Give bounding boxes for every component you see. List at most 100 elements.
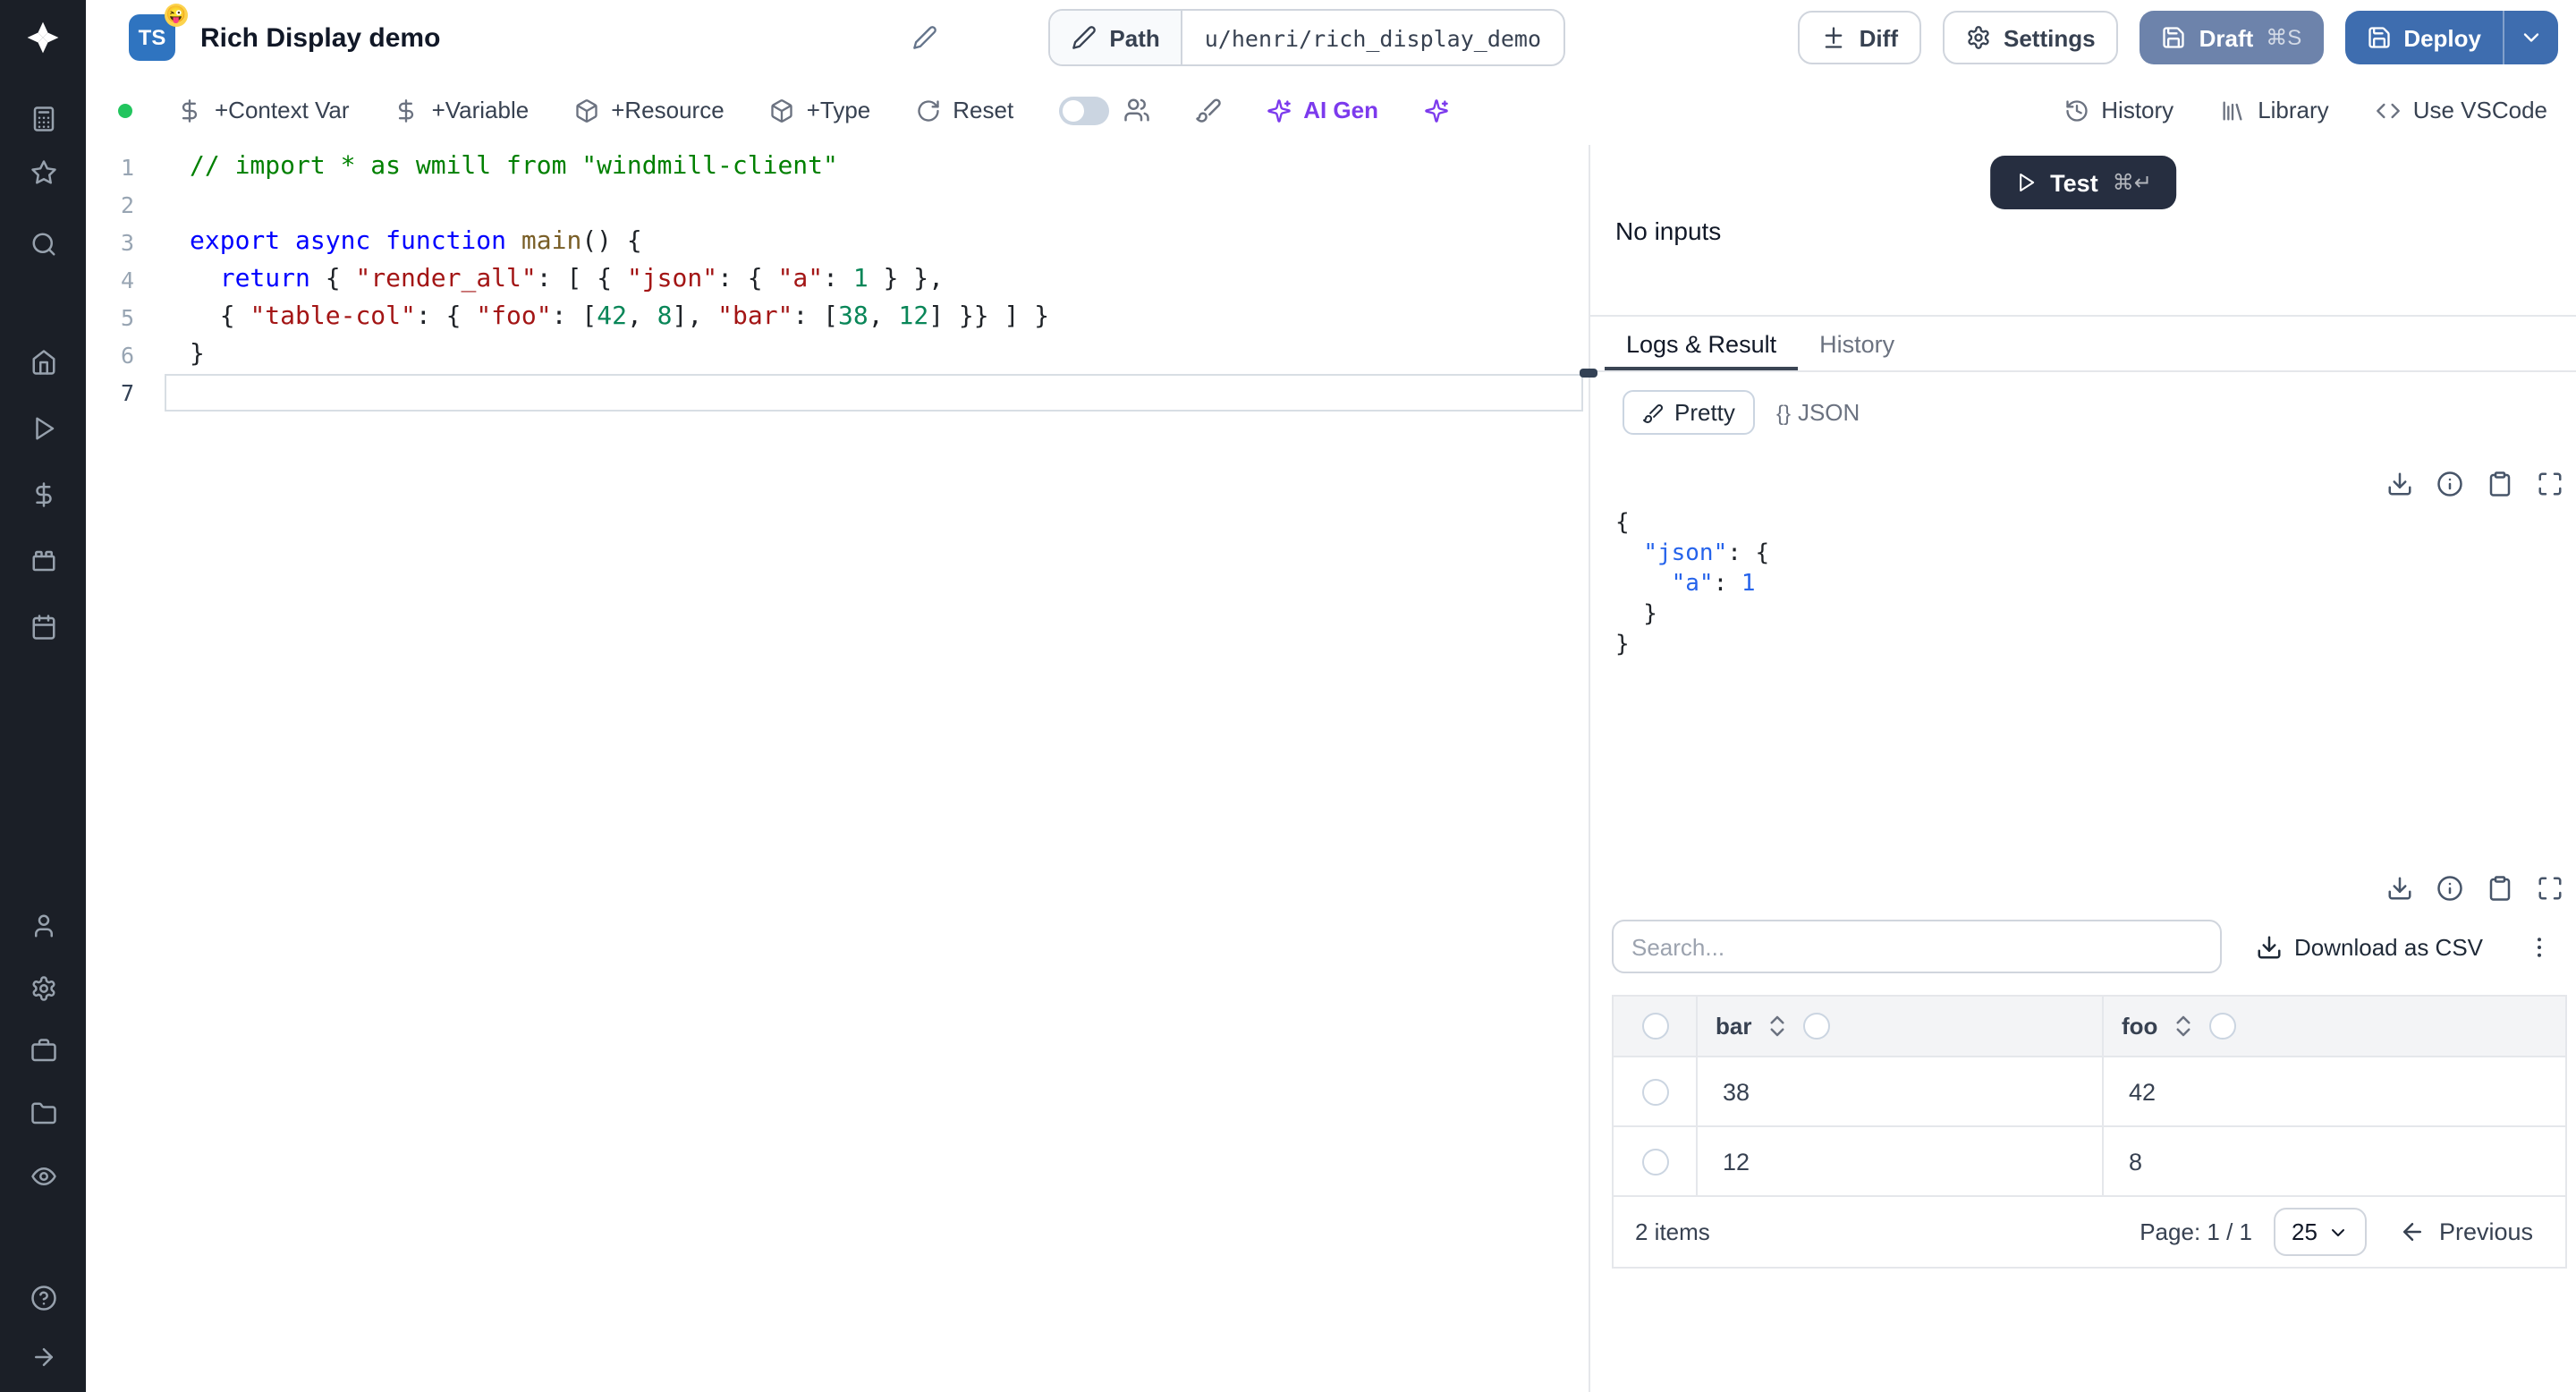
code-line[interactable]: return { "render_all": [ { "json": { "a"… xyxy=(165,261,1589,299)
line-number: 6 xyxy=(120,342,134,369)
sort-icon[interactable] xyxy=(1764,1013,1791,1040)
copy-result-button[interactable] xyxy=(2483,467,2517,501)
draft-shortcut: ⌘S xyxy=(2266,25,2302,50)
sidebar-item-runs[interactable] xyxy=(13,97,73,140)
sidebar-item-workers[interactable] xyxy=(13,1029,73,1072)
code-line[interactable]: } xyxy=(165,336,1589,374)
download-result-button[interactable] xyxy=(2383,871,2417,905)
json-toggle[interactable]: {} JSON xyxy=(1758,390,1877,435)
add-resource-button[interactable]: +Resource xyxy=(573,97,724,123)
add-type-button[interactable]: +Type xyxy=(769,97,870,123)
code-line[interactable]: // import * as wmill from "windmill-clie… xyxy=(165,149,1589,186)
sidebar-expand-button[interactable] xyxy=(13,1335,73,1378)
table-search-input[interactable] xyxy=(1612,920,2222,973)
table-cell: 8 xyxy=(2102,1127,2565,1195)
result-json: { "json": { "a": 1 }} xyxy=(1615,510,1770,658)
no-inputs-label: No inputs xyxy=(1615,216,1722,245)
draft-button[interactable]: Draft ⌘S xyxy=(2140,11,2324,64)
download-csv-button[interactable]: Download as CSV xyxy=(2244,931,2494,962)
table-cell: 12 xyxy=(1696,1127,2102,1195)
table-cell: 42 xyxy=(2102,1057,2565,1125)
code-line[interactable] xyxy=(165,186,1589,224)
column-checkbox[interactable] xyxy=(1803,1013,1831,1040)
deploy-dropdown-button[interactable] xyxy=(2504,11,2558,64)
line-number: 2 xyxy=(120,191,134,218)
package-icon xyxy=(769,98,794,123)
status-dot xyxy=(118,103,132,117)
table-result-actions xyxy=(1612,871,2567,905)
help-circle-icon xyxy=(30,1284,56,1311)
sort-icon[interactable] xyxy=(2170,1013,2197,1040)
library-icon xyxy=(2220,98,2245,123)
format-code-button[interactable] xyxy=(1194,97,1221,123)
add-variable-button[interactable]: +Variable xyxy=(394,97,529,123)
code-line[interactable] xyxy=(165,374,1583,412)
reset-button[interactable]: Reset xyxy=(915,97,1013,123)
page-size-select[interactable]: 25 xyxy=(2274,1208,2368,1256)
sidebar-item-search[interactable] xyxy=(13,222,73,265)
sidebar-item-settings[interactable] xyxy=(13,966,73,1009)
result-info-button[interactable] xyxy=(2433,871,2467,905)
sidebar-item-variables[interactable] xyxy=(13,472,73,515)
table-row[interactable]: 38 42 xyxy=(1614,1057,2565,1127)
row-checkbox[interactable] xyxy=(1641,1078,1668,1105)
sidebar-item-schedules[interactable] xyxy=(13,605,73,648)
sidebar-item-runs-play[interactable] xyxy=(13,406,73,449)
tab-history[interactable]: History xyxy=(1798,317,1916,370)
column-header[interactable]: bar xyxy=(1696,997,2102,1056)
previous-page-button[interactable]: Previous xyxy=(2389,1217,2544,1247)
line-number: 5 xyxy=(120,304,134,331)
multiplayer-toggle[interactable] xyxy=(1058,96,1109,124)
row-checkbox[interactable] xyxy=(1641,1148,1668,1175)
test-shortcut: ⌘↵ xyxy=(2112,170,2152,195)
pane-resize-handle[interactable] xyxy=(1580,369,1597,378)
library-button[interactable]: Library xyxy=(2220,97,2329,123)
download-icon xyxy=(2386,471,2413,497)
script-path: u/henri/rich_display_demo xyxy=(1204,24,1542,51)
expand-result-button[interactable] xyxy=(2533,467,2567,501)
settings-button[interactable]: Settings xyxy=(1943,11,2119,64)
sidebar-item-folders[interactable] xyxy=(13,1091,73,1134)
table-header: bar foo xyxy=(1614,997,2565,1057)
download-result-button[interactable] xyxy=(2383,467,2417,501)
history-button[interactable]: History xyxy=(2063,97,2174,123)
select-all-checkbox[interactable] xyxy=(1614,997,1696,1056)
sidebar-item-favorites[interactable] xyxy=(13,150,73,193)
edit-summary-button[interactable] xyxy=(902,23,948,52)
page-title: Rich Display demo xyxy=(200,22,441,53)
brush-icon xyxy=(1642,402,1664,423)
windmill-logo[interactable] xyxy=(0,0,86,75)
add-context-var-button[interactable]: +Context Var xyxy=(177,97,350,123)
ai-fix-button[interactable] xyxy=(1423,98,1448,123)
code-editor[interactable]: 1 2 3 4 5 6 7 // import * as wmill from "windm… xyxy=(86,145,1597,1392)
tab-logs-result[interactable]: Logs & Result xyxy=(1605,317,1798,370)
table-row[interactable]: 12 8 xyxy=(1614,1127,2565,1197)
expand-result-button[interactable] xyxy=(2533,871,2567,905)
result-info-button[interactable] xyxy=(2433,467,2467,501)
copy-result-button[interactable] xyxy=(2483,871,2517,905)
code-line[interactable]: export async function main() { xyxy=(165,224,1589,261)
pretty-toggle[interactable]: Pretty xyxy=(1623,390,1755,435)
save-icon xyxy=(2162,25,2187,50)
app-viewport: TS 😜 Rich Display demo Path u/henri/rich… xyxy=(0,0,2576,1392)
edit-path-button[interactable]: Path xyxy=(1050,11,1183,64)
deploy-button[interactable]: Deploy xyxy=(2344,11,2504,64)
sidebar-item-audit-logs[interactable] xyxy=(13,1154,73,1197)
sidebar-item-help[interactable] xyxy=(13,1276,73,1319)
table-menu-button[interactable] xyxy=(2515,931,2563,962)
language-badge: TS 😜 xyxy=(129,4,188,61)
editor-code[interactable]: // import * as wmill from "windmill-clie… xyxy=(165,149,1589,1392)
path-label: Path xyxy=(1109,24,1160,51)
table-body: 38 42 12 8 xyxy=(1614,1057,2565,1197)
sidebar-item-resources[interactable] xyxy=(13,539,73,581)
column-checkbox[interactable] xyxy=(2209,1013,2237,1040)
diff-button[interactable]: Diff xyxy=(1798,11,1921,64)
code-line[interactable]: { "table-col": { "foo": [42, 8], "bar": … xyxy=(165,299,1589,336)
ai-gen-button[interactable]: AI Gen xyxy=(1266,97,1378,123)
sidebar-item-home[interactable] xyxy=(13,340,73,383)
folder-icon xyxy=(30,1099,56,1126)
use-vscode-button[interactable]: Use VSCode xyxy=(2376,97,2547,123)
column-header[interactable]: foo xyxy=(2102,997,2565,1056)
test-button[interactable]: Test ⌘↵ xyxy=(1989,156,2177,209)
sidebar-item-users[interactable] xyxy=(13,904,73,946)
